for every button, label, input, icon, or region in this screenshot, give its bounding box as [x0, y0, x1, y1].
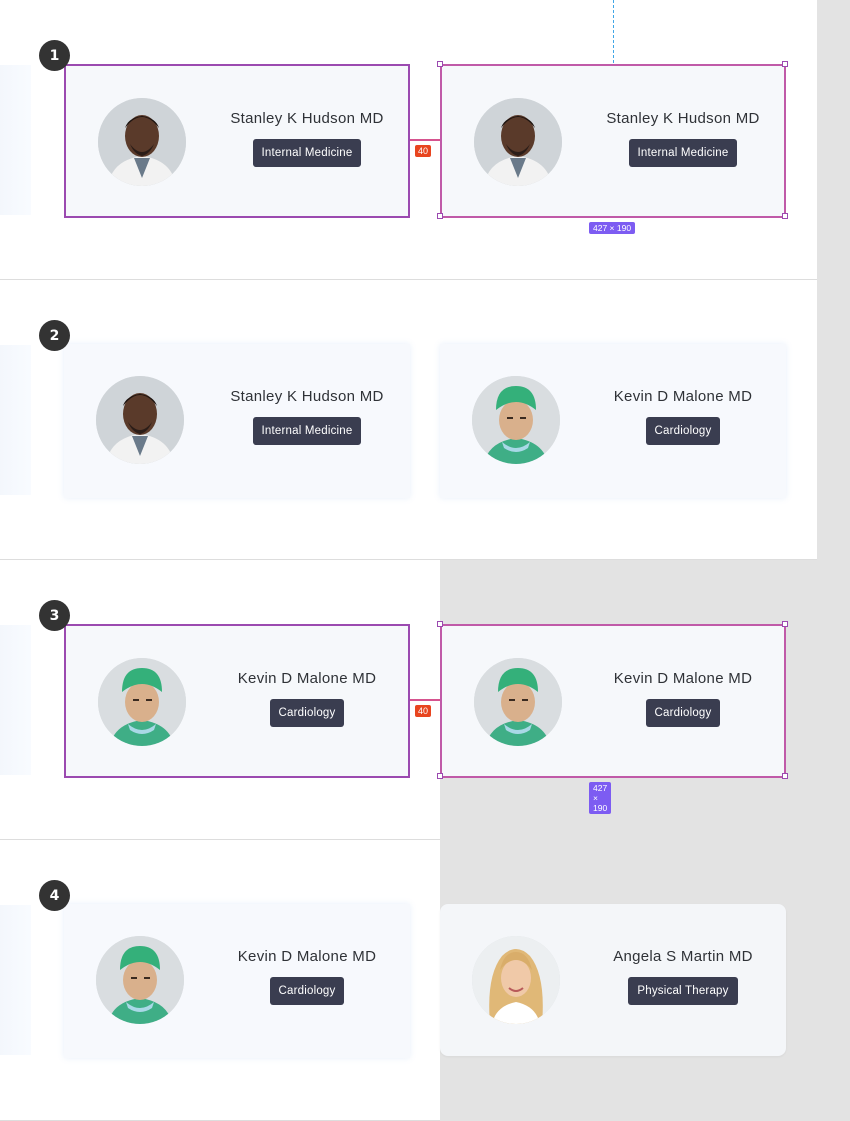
surgeon-avatar	[96, 936, 184, 1024]
step-number-badge: 1	[39, 40, 70, 71]
specialty-tag: Cardiology	[645, 417, 721, 445]
doctor-name: Kevin D Malone MD	[613, 670, 753, 687]
doctor-name: Kevin D Malone MD	[613, 388, 753, 405]
specialty-tag: Internal Medicine	[628, 139, 738, 167]
doctor-name: Kevin D Malone MD	[237, 670, 377, 687]
dimension-label: 427 × 190	[589, 222, 636, 234]
doctor-name: Stanley K Hudson MD	[230, 388, 384, 405]
resize-handle[interactable]	[437, 773, 443, 779]
specialty-tag: Cardiology	[645, 699, 721, 727]
dimension-label: 427 × 190	[589, 782, 612, 814]
resize-handle[interactable]	[782, 773, 788, 779]
offscreen-card	[0, 65, 31, 215]
offscreen-card	[0, 625, 31, 775]
step-number-badge: 4	[39, 880, 70, 911]
resize-handle[interactable]	[437, 61, 443, 67]
gap-indicator-line	[410, 139, 441, 141]
specialty-tag: Internal Medicine	[252, 417, 362, 445]
offscreen-card	[0, 345, 31, 495]
doctor-name: Kevin D Malone MD	[237, 948, 377, 965]
gap-indicator-line	[410, 699, 441, 701]
doctor-avatar	[474, 98, 562, 186]
step-number-badge: 3	[39, 600, 70, 631]
doctor-card-kevin-copy[interactable]: Kevin D Malone MD Cardiology	[440, 624, 786, 778]
doctor-name: Angela S Martin MD	[613, 948, 753, 965]
offscreen-card	[0, 905, 31, 1055]
resize-handle[interactable]	[782, 621, 788, 627]
surgeon-avatar	[98, 658, 186, 746]
doctor-avatar	[98, 98, 186, 186]
doctor-card-stanley[interactable]: Stanley K Hudson MD Internal Medicine	[64, 64, 410, 218]
doctor-card-kevin[interactable]: Kevin D Malone MD Cardiology	[64, 624, 410, 778]
gap-measurement-label: 40	[415, 145, 432, 157]
resize-handle[interactable]	[437, 213, 443, 219]
surgeon-avatar	[474, 658, 562, 746]
step-4-frame: 4 Kevin D Malone MD Cardiology Angela S …	[0, 840, 786, 1121]
resize-handle[interactable]	[437, 621, 443, 627]
doctor-name: Stanley K Hudson MD	[230, 110, 384, 127]
gap-measurement-label: 40	[415, 705, 432, 717]
resize-handle[interactable]	[782, 61, 788, 67]
doctor-card-kevin[interactable]: Kevin D Malone MD Cardiology	[64, 904, 410, 1058]
step-3-frame: 3 Kevin D Malone MD Cardiology 40 Kevin …	[0, 560, 788, 840]
alignment-guide	[613, 0, 614, 63]
doctor-card-stanley[interactable]: Stanley K Hudson MD Internal Medicine	[64, 344, 410, 498]
surgeon-avatar	[472, 376, 560, 464]
specialty-tag: Physical Therapy	[628, 977, 738, 1005]
therapist-avatar	[472, 936, 560, 1024]
doctor-avatar	[96, 376, 184, 464]
doctor-card-kevin[interactable]: Kevin D Malone MD Cardiology	[440, 344, 786, 498]
specialty-tag: Cardiology	[269, 699, 345, 727]
resize-handle[interactable]	[782, 213, 788, 219]
doctor-card-stanley-copy[interactable]: Stanley K Hudson MD Internal Medicine	[440, 64, 786, 218]
step-1-frame: 1 Stanley K Hudson MD Internal Medicine …	[0, 0, 817, 280]
specialty-tag: Cardiology	[269, 977, 345, 1005]
step-number-badge: 2	[39, 320, 70, 351]
step-2-frame: 2 Stanley K Hudson MD Internal Medicine	[0, 280, 817, 560]
doctor-card-angela[interactable]: Angela S Martin MD Physical Therapy	[440, 904, 786, 1056]
specialty-tag: Internal Medicine	[252, 139, 362, 167]
doctor-name: Stanley K Hudson MD	[606, 110, 760, 127]
